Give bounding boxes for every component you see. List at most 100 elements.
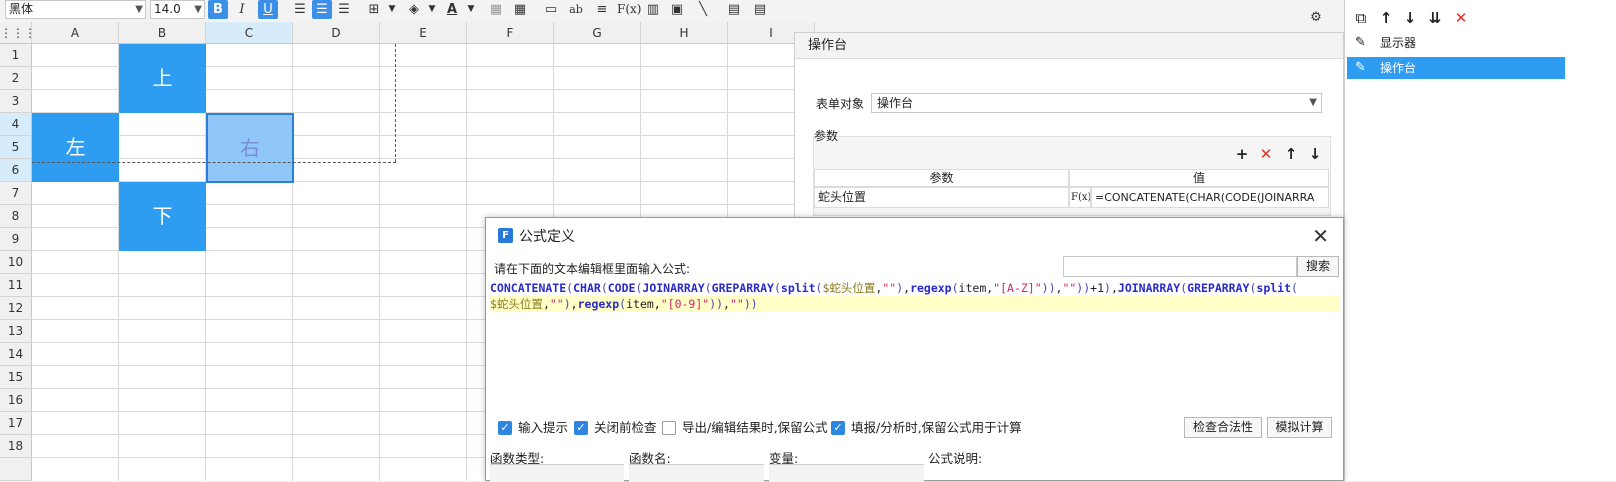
delete-param-icon[interactable]: ✕ [1257, 145, 1275, 163]
row-header[interactable]: 4 [0, 113, 32, 136]
row-header[interactable]: 8 [0, 205, 32, 228]
checkbox-checked-icon[interactable]: ✓ [574, 421, 588, 435]
move-down-icon[interactable]: ↓ [1400, 8, 1420, 28]
row-header[interactable]: 7 [0, 182, 32, 205]
move-bottom-icon[interactable]: ⇊ [1425, 8, 1445, 28]
form-object-select[interactable]: 操作台 ▼ [871, 93, 1322, 113]
select-all-corner[interactable]: ⋮⋮⋮ [0, 22, 36, 44]
option-label: 导出/编辑结果时,保留公式 [682, 420, 828, 435]
sub-report-icon[interactable]: ▤ [724, 0, 744, 19]
toolbar: 黑体 ▼ 14.0 ▼ B I U ☰ ☰ ☰ ⊞ ▼ ◈ ▼ A ▼ ▦ ▦ … [0, 0, 840, 22]
param-value-cell[interactable]: =CONCATENATE(CHAR(CODE(JOINARRA [1091, 187, 1329, 208]
checkbox-checked-icon[interactable]: ✓ [831, 421, 845, 435]
column-header[interactable]: B [119, 22, 206, 44]
fill-color-icon[interactable]: ◈ [404, 0, 424, 19]
chart-icon[interactable]: ▥ [643, 0, 663, 19]
row-header[interactable]: 3 [0, 90, 32, 113]
row-header[interactable]: 12 [0, 297, 32, 320]
move-up-icon[interactable]: ↑ [1376, 8, 1396, 28]
chevron-down-icon[interactable]: ▼ [461, 0, 481, 19]
align-right-icon[interactable]: ☰ [334, 0, 354, 19]
console-title: 操作台 [795, 33, 1343, 59]
add-param-icon[interactable]: + [1233, 145, 1251, 163]
cell-up[interactable]: 上 [119, 44, 206, 113]
row-header[interactable]: 9 [0, 228, 32, 251]
formula-button[interactable]: F(x) [617, 0, 641, 19]
cell-left[interactable]: 左 [32, 113, 119, 182]
formula-line-1: CONCATENATE(CHAR(CODE(JOINARRAY(GREPARRA… [490, 281, 1298, 295]
row-header[interactable]: 14 [0, 343, 32, 366]
row-header[interactable]: 11 [0, 274, 32, 297]
chevron-down-icon[interactable]: ▼ [422, 0, 442, 19]
image-icon[interactable]: ▣ [667, 0, 687, 19]
row-header[interactable]: 6 [0, 159, 32, 182]
column-header[interactable]: D [293, 22, 380, 44]
link-icon[interactable]: ▭ [541, 0, 561, 19]
border-icon[interactable]: ⊞ [364, 0, 384, 19]
settings-doc-icon[interactable]: ⚙ [1305, 8, 1327, 28]
variable-list[interactable] [769, 464, 924, 482]
widget-tree-panel: ⧉ ↑ ↓ ⇊ ✕ ✎ 显示器 ✎ 操作台 [1344, 0, 1616, 481]
chevron-down-icon[interactable]: ▼ [382, 0, 402, 19]
delete-icon[interactable]: ✕ [1451, 8, 1471, 28]
font-color-icon[interactable]: A [442, 0, 462, 19]
row-header[interactable]: 13 [0, 320, 32, 343]
simulate-calc-button[interactable]: 模拟计算 [1267, 417, 1332, 438]
edit-pencil-icon: ✎ [1355, 35, 1366, 50]
option-keep-formula-calc[interactable]: ✓ 填报/分析时,保留公式用于计算 [831, 419, 1022, 437]
formula-editor[interactable]: CONCATENATE(CHAR(CODE(JOINARRAY(GREPARRA… [490, 280, 1339, 410]
column-header[interactable]: F [467, 22, 554, 44]
cell-down[interactable]: 下 [119, 182, 206, 251]
option-input-hint[interactable]: ✓ 输入提示 [498, 419, 568, 437]
function-search-input[interactable] [1063, 256, 1297, 277]
bold-button[interactable]: B [208, 0, 228, 19]
row-header[interactable]: 5 [0, 136, 32, 159]
gridline [32, 135, 815, 136]
column-header[interactable]: G [554, 22, 641, 44]
row-header[interactable]: 17 [0, 412, 32, 435]
column-header[interactable]: E [380, 22, 467, 44]
row-header[interactable]: 15 [0, 366, 32, 389]
align-left-icon[interactable]: ☰ [290, 0, 310, 19]
move-up-icon[interactable]: ↑ [1282, 145, 1300, 163]
copy-icon[interactable]: ⧉ [1351, 8, 1371, 28]
tree-item-console[interactable]: ✎ 操作台 [1347, 57, 1565, 79]
cell-right-selected[interactable]: 右 [206, 113, 294, 183]
slash-icon[interactable]: ╲ [693, 0, 713, 19]
font-family-select[interactable]: 黑体 ▼ [5, 0, 146, 19]
row-header[interactable]: 2 [0, 67, 32, 90]
chevron-down-icon: ▼ [1309, 97, 1317, 108]
font-size-value: 14.0 [154, 2, 181, 16]
search-button[interactable]: 搜索 [1297, 256, 1339, 277]
form-icon[interactable]: ▤ [750, 0, 770, 19]
row-header[interactable]: 16 [0, 389, 32, 412]
insert-table-icon[interactable]: ▦ [510, 0, 530, 19]
close-icon[interactable]: ✕ [1312, 224, 1329, 248]
function-type-list[interactable] [490, 464, 624, 482]
check-validity-button[interactable]: 检查合法性 [1184, 417, 1262, 438]
row-header[interactable]: 10 [0, 251, 32, 274]
move-down-icon[interactable]: ↓ [1306, 145, 1324, 163]
align-center-icon[interactable]: ☰ [312, 0, 332, 19]
option-check-before-close[interactable]: ✓ 关闭前检查 [574, 419, 657, 437]
tree-item-display[interactable]: ✎ 显示器 [1347, 32, 1565, 54]
underline-button[interactable]: U [258, 0, 278, 19]
row-header[interactable]: 18 [0, 435, 32, 458]
rich-text-icon[interactable]: ≡ [592, 0, 612, 19]
row-header[interactable] [0, 458, 32, 481]
row-header[interactable]: 1 [0, 44, 32, 67]
option-keep-formula-export[interactable]: 导出/编辑结果时,保留公式 [662, 419, 828, 437]
italic-button[interactable]: I [232, 0, 252, 19]
function-name-list[interactable] [629, 464, 764, 482]
text-tool-button[interactable]: ab [566, 0, 586, 19]
insert-cell-icon[interactable]: ▦ [486, 0, 506, 19]
checkbox-checked-icon[interactable]: ✓ [498, 421, 512, 435]
params-label: 参数 [814, 129, 839, 143]
param-name-cell[interactable]: 蛇头位置 [814, 187, 1069, 208]
checkbox-unchecked-icon[interactable] [662, 421, 676, 435]
column-header[interactable]: H [641, 22, 728, 44]
column-header[interactable]: A [32, 22, 119, 44]
column-header[interactable]: C [206, 22, 293, 44]
param-formula-button[interactable]: F(x) [1069, 187, 1091, 208]
font-size-select[interactable]: 14.0 ▼ [150, 0, 205, 19]
